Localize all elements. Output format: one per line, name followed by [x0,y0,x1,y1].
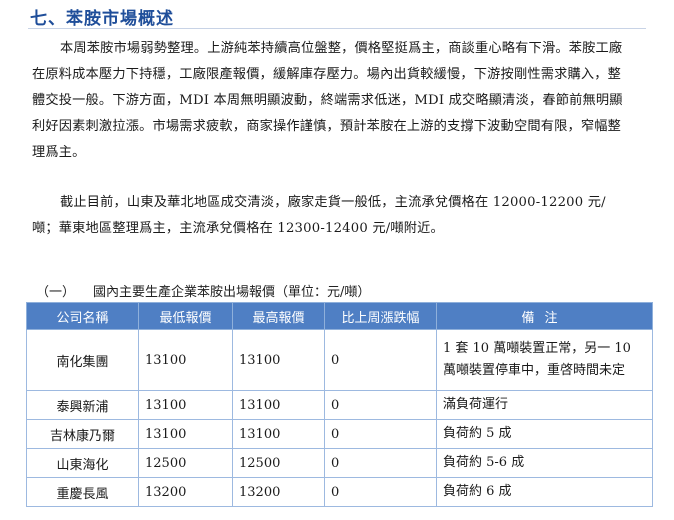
max-price-cell: 13100 [232,390,325,420]
table-caption: （一） 國內主要生產企業苯胺出場報價（單位：元/噸） [36,281,370,300]
company-cell: 重慶長風 [26,477,139,507]
table-row: 泰興新浦 13100 13100 0 滿負荷運行 [26,390,653,420]
table-row: 山東海化 12500 12500 0 負荷約 5-6 成 [26,448,653,478]
min-price-cell: 13200 [138,477,233,507]
min-price-cell: 13100 [138,329,233,391]
company-cell: 泰興新浦 [26,390,139,420]
header-max-price: 最高報價 [232,302,325,330]
change-cell: 0 [324,390,437,420]
max-price-cell: 13200 [232,477,325,507]
remarks-cell: 負荷約 5 成 [436,419,653,449]
company-cell: 南化集團 [26,329,139,391]
min-price-cell: 12500 [138,448,233,478]
market-summary-paragraph: 本周苯胺市場弱勢整理。上游純苯持續高位盤整，價格堅挺爲主，商談重心略有下滑。苯胺… [32,41,623,160]
max-price-cell: 13100 [232,329,325,391]
section-title: 七、苯胺市場概述 [30,9,174,29]
change-cell: 0 [324,477,437,507]
table-row: 南化集團 13100 13100 0 1 套 10 萬噸裝置正常，另一 10 萬… [26,329,653,391]
table-caption-text: 國內主要生產企業苯胺出場報價（單位：元/噸） [93,285,371,300]
min-price-cell: 13100 [138,419,233,449]
change-cell: 0 [324,329,437,391]
table-caption-number: （一） [36,285,76,300]
regional-price-paragraph: 截止目前，山東及華北地區成交清淡，廠家走貨一般低，主流承兌價格在 12000-1… [32,195,606,236]
table-header-row: 公司名稱 最低報價 最高報價 比上周漲跌幅 備注 [26,302,653,330]
table-row: 重慶長風 13200 13200 0 負荷約 6 成 [26,477,653,507]
header-company: 公司名稱 [26,302,139,330]
remarks-cell: 負荷約 6 成 [436,477,653,507]
table-row: 吉林康乃爾 13100 13100 0 負荷約 5 成 [26,419,653,449]
change-cell: 0 [324,448,437,478]
max-price-cell: 13100 [232,419,325,449]
remarks-cell: 1 套 10 萬噸裝置正常，另一 10 萬噸裝置停車中，重啓時間未定 [436,329,653,391]
company-cell: 吉林康乃爾 [26,419,139,449]
remarks-cell: 負荷約 5-6 成 [436,448,653,478]
company-cell: 山東海化 [26,448,139,478]
header-remarks: 備注 [436,302,653,330]
title-divider [28,28,646,29]
min-price-cell: 13100 [138,390,233,420]
max-price-cell: 12500 [232,448,325,478]
remarks-cell: 滿負荷運行 [436,390,653,420]
aniline-price-table: 公司名稱 最低報價 最高報價 比上周漲跌幅 備注 南化集團 13100 1310… [26,302,653,507]
header-min-price: 最低報價 [138,302,233,330]
header-weekly-change: 比上周漲跌幅 [324,302,437,330]
change-cell: 0 [324,419,437,449]
